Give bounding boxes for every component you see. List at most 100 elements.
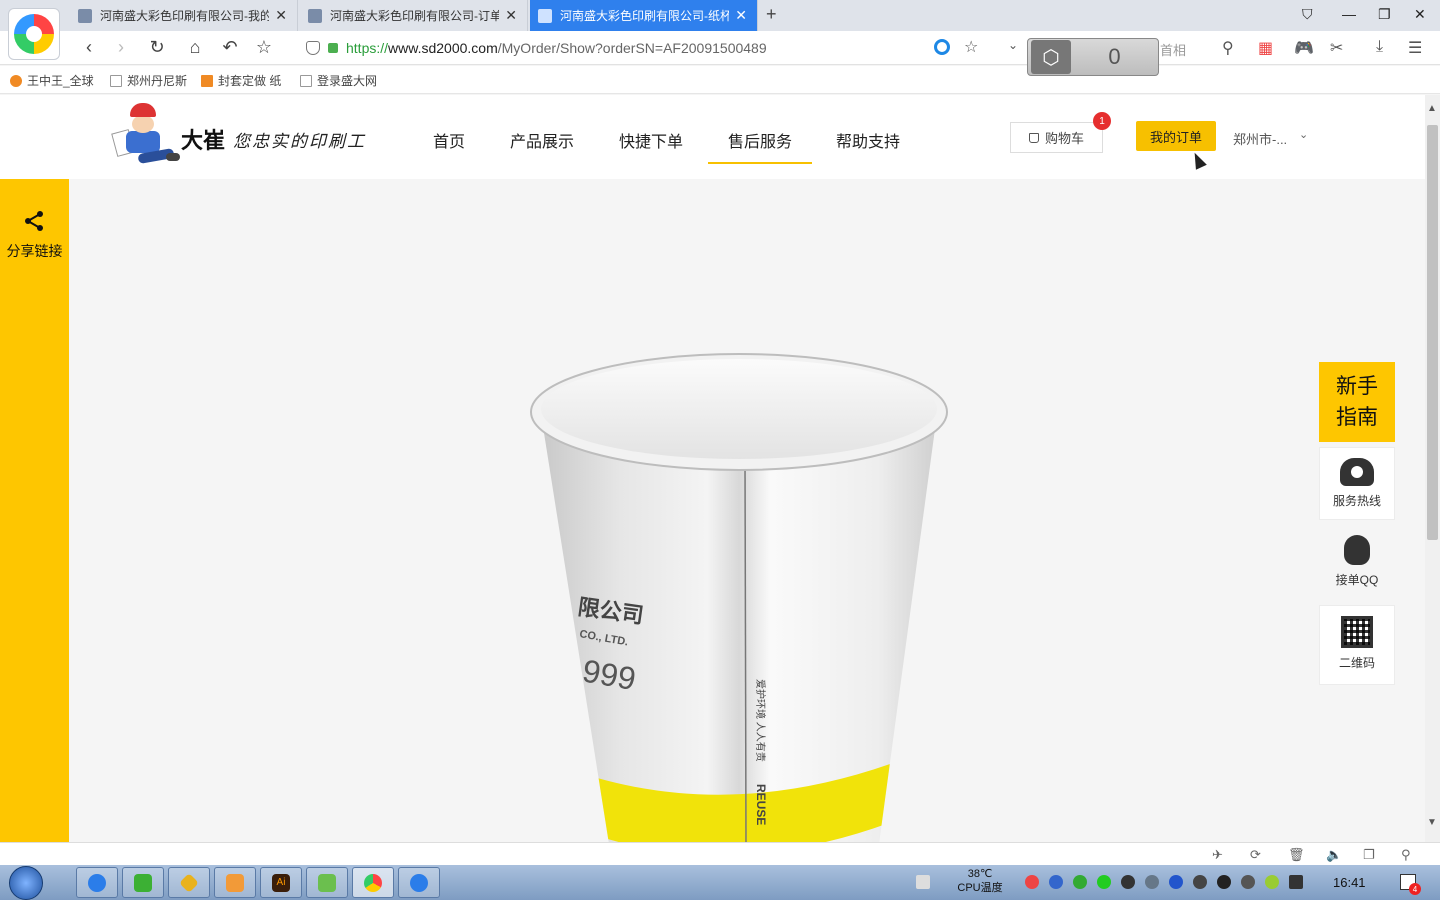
search-icon[interactable]: ⚲	[1222, 38, 1234, 58]
speaker-icon[interactable]	[1241, 875, 1255, 889]
taskbar-app-mascot[interactable]	[214, 867, 256, 898]
zoom-icon[interactable]: ⚲	[1401, 847, 1411, 863]
scissors-icon[interactable]: ✂	[1330, 38, 1343, 58]
cart-count-badge: 1	[1093, 112, 1111, 130]
bookmark-favicon-icon	[10, 74, 22, 87]
close-window-button[interactable]: ✕	[1414, 6, 1426, 23]
reload-icon[interactable]: ↻	[146, 37, 168, 58]
tray-app-icon[interactable]	[1025, 875, 1039, 889]
extension-counter[interactable]: ⬡ 0	[1027, 38, 1159, 76]
rocket-icon[interactable]: ✈	[1212, 847, 1223, 863]
taskbar-app-diamond[interactable]	[168, 867, 210, 898]
home-icon[interactable]: ⌂	[184, 37, 206, 58]
volume-icon[interactable]: 🔈	[1326, 847, 1342, 863]
cart-button[interactable]: 购物车	[1010, 122, 1103, 153]
bookmark-item[interactable]: 封套定做 纸	[201, 72, 281, 89]
qrcode-button[interactable]: 二维码	[1319, 605, 1395, 685]
nav-help[interactable]: 帮助支持	[836, 128, 900, 152]
scroll-up-icon[interactable]: ▲	[1427, 103, 1437, 114]
my-order-button[interactable]: 我的订单	[1136, 121, 1216, 151]
refresh-icon[interactable]: ⟳	[1250, 847, 1261, 863]
wechat-tray-icon[interactable]	[1097, 875, 1111, 889]
tab-order[interactable]: 河南盛大彩色印刷有限公司-订单 ✕	[300, 0, 528, 31]
mascot-logo-icon[interactable]	[111, 101, 180, 171]
tray-app-icon[interactable]	[1265, 875, 1279, 889]
taskbar-app-browser-2[interactable]	[398, 867, 440, 898]
cup-print-reuse: REUSE	[754, 784, 768, 825]
keyboard-icon[interactable]	[916, 875, 930, 889]
nav-products[interactable]: 产品展示	[510, 128, 574, 152]
share-link-label[interactable]: 分享链接	[0, 241, 69, 261]
download-icon[interactable]: ⤓	[1376, 38, 1383, 56]
scroll-thumb[interactable]	[1427, 125, 1438, 540]
display-icon[interactable]	[1289, 875, 1303, 889]
site-favicon-icon	[538, 8, 552, 23]
ie-mode-icon[interactable]	[934, 39, 950, 55]
scroll-down-icon[interactable]: ▼	[1427, 817, 1437, 828]
service-hotline-button[interactable]: 服务热线	[1319, 447, 1395, 520]
forward-icon[interactable]: ›	[110, 37, 132, 58]
shield-tray-icon[interactable]	[1169, 875, 1183, 889]
bookmark-star-icon[interactable]: ☆	[253, 37, 275, 58]
minimize-button[interactable]: —	[1342, 6, 1356, 22]
taskbar-app-illustrator[interactable]: Ai	[260, 867, 302, 898]
start-button[interactable]	[9, 866, 43, 900]
tab-my-account[interactable]: 河南盛大彩色印刷有限公司-我的 ✕	[70, 0, 298, 31]
taskbar-app-browser[interactable]	[76, 867, 118, 898]
mouse-cursor-icon	[1189, 150, 1207, 170]
address-bar[interactable]: https://www.sd2000.com/MyOrder/Show?orde…	[296, 34, 1002, 62]
tray-app-icon[interactable]	[1145, 875, 1159, 889]
tray-app-icon[interactable]	[1049, 875, 1063, 889]
trash-icon[interactable]: 🗑	[1288, 847, 1305, 863]
qrcode-icon	[1341, 616, 1373, 648]
window-icon[interactable]: ❐	[1363, 847, 1375, 863]
tab-title: 河南盛大彩色印刷有限公司-我的	[100, 9, 270, 23]
tray-app-icon[interactable]	[1073, 875, 1087, 889]
nav-home[interactable]: 首页	[433, 128, 465, 152]
bookmarks-bar: 王中王_全球 郑州丹尼斯 封套定做 纸 登录盛大网	[0, 66, 1440, 94]
page-scrollbar[interactable]: ▲ ▼	[1425, 95, 1440, 842]
bookmark-item[interactable]: 郑州丹尼斯	[110, 72, 187, 89]
search-input[interactable]: 首相	[1160, 40, 1186, 59]
order-qq-button[interactable]: 接单QQ	[1319, 525, 1395, 597]
bookmark-item[interactable]: 王中王_全球	[10, 72, 94, 89]
beginner-guide-button[interactable]: 新手指南	[1319, 362, 1395, 442]
nav-quick-order[interactable]: 快捷下单	[619, 128, 683, 152]
maximize-button[interactable]: ❐	[1378, 6, 1391, 23]
3d-product-viewer[interactable]: 限公司 CO., LTD. 999 爱护环境 人人有责 REUSE	[69, 179, 1425, 842]
undo-icon[interactable]: ↶	[219, 37, 241, 58]
windows-taskbar: Ai 38℃ CPU温度 16:41 4	[0, 865, 1440, 900]
share-sidebar: 分享链接	[0, 179, 69, 842]
taskbar-app-photo[interactable]	[306, 867, 348, 898]
taskbar-app-chrome-like[interactable]	[352, 867, 394, 898]
browser-status-bar: ✈ ⟳ 🗑 🔈 ❐ ⚲	[0, 842, 1440, 865]
tab-close-icon[interactable]: ✕	[735, 7, 747, 24]
tab-close-icon[interactable]: ✕	[505, 7, 517, 24]
new-tab-button[interactable]: +	[766, 4, 777, 25]
game-icon[interactable]: 🎮	[1294, 38, 1314, 58]
skin-icon[interactable]: ⛉	[1302, 6, 1313, 23]
network-icon[interactable]	[1217, 875, 1231, 889]
system-clock[interactable]: 16:41	[1333, 875, 1366, 890]
browser-logo-icon[interactable]	[8, 8, 60, 60]
cpu-temperature[interactable]: 38℃ CPU温度	[950, 867, 1010, 895]
chevron-down-icon[interactable]: ⌄	[1299, 128, 1308, 141]
paper-cup-model[interactable]: 限公司 CO., LTD. 999 爱护环境 人人有责 REUSE	[529, 339, 969, 842]
brand-name[interactable]: 大崔	[181, 123, 225, 155]
apps-grid-icon[interactable]: ▦	[1258, 38, 1273, 58]
city-selector[interactable]: 郑州市-...	[1233, 129, 1287, 148]
tab-paper-cup[interactable]: 河南盛大彩色印刷有限公司-纸杯 ✕	[530, 0, 758, 31]
bell-icon[interactable]	[1121, 875, 1135, 889]
web-page: 大崔 您忠实的印刷工 首页 产品展示 快捷下单 售后服务 帮助支持 购物车 1 …	[0, 95, 1425, 842]
chevron-down-icon[interactable]: ⌄	[1008, 38, 1018, 52]
bookmark-item[interactable]: 登录盛大网	[300, 72, 377, 89]
share-icon[interactable]	[22, 209, 46, 233]
favorite-star-icon[interactable]: ☆	[964, 37, 978, 57]
menu-icon[interactable]: ☰	[1408, 38, 1422, 58]
nav-after-sales[interactable]: 售后服务	[707, 128, 813, 164]
tab-close-icon[interactable]: ✕	[275, 7, 287, 24]
tray-app-icon[interactable]	[1193, 875, 1207, 889]
back-icon[interactable]: ‹	[78, 37, 100, 58]
browser-toolbar: ‹ › ↻ ⌂ ↶ ☆ https://www.sd2000.com/MyOrd…	[0, 31, 1440, 65]
taskbar-app-wechat[interactable]	[122, 867, 164, 898]
